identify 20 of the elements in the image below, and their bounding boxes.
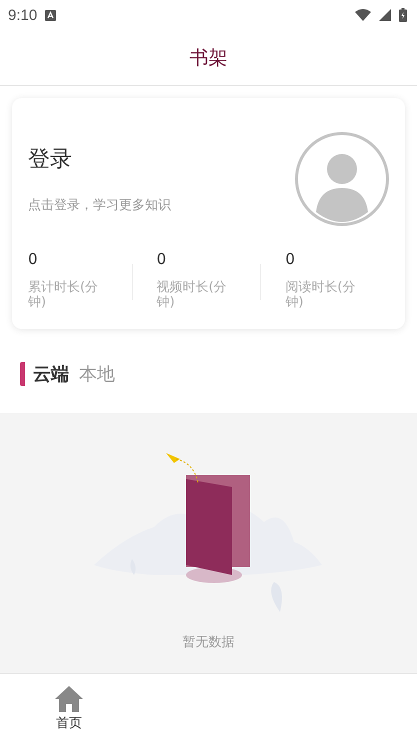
- notification-icon: [45, 10, 56, 20]
- login-hint: 点击登录，学习更多知识: [28, 197, 171, 214]
- stat-label: 累计时长(分钟): [28, 280, 100, 310]
- home-icon: [55, 686, 83, 712]
- stat-label: 视频时长(分钟): [156, 280, 228, 310]
- signal-icon: [379, 9, 391, 21]
- login-title: 登录: [28, 146, 73, 174]
- stat-value: 0: [28, 250, 39, 268]
- nav-tab[interactable]: 首页: [0, 674, 138, 743]
- page-title: 书架: [190, 46, 228, 70]
- empty-text: 暂无数据: [182, 634, 234, 651]
- wifi-icon: [355, 9, 371, 21]
- avatar-icon[interactable]: [295, 132, 389, 226]
- stat-value: 0: [156, 250, 168, 268]
- tab[interactable]: 云端: [20, 362, 69, 386]
- stat-value: 0: [285, 250, 296, 268]
- status-time: 9:10: [8, 6, 38, 24]
- stat-label: 阅读时长(分钟): [285, 280, 356, 310]
- battery-icon: [399, 8, 407, 22]
- profile-card[interactable]: 登录 点击登录，学习更多知识 0 累计时长(分钟) 0 视频时长(分钟) 0 阅读时长(分钟): [12, 98, 405, 329]
